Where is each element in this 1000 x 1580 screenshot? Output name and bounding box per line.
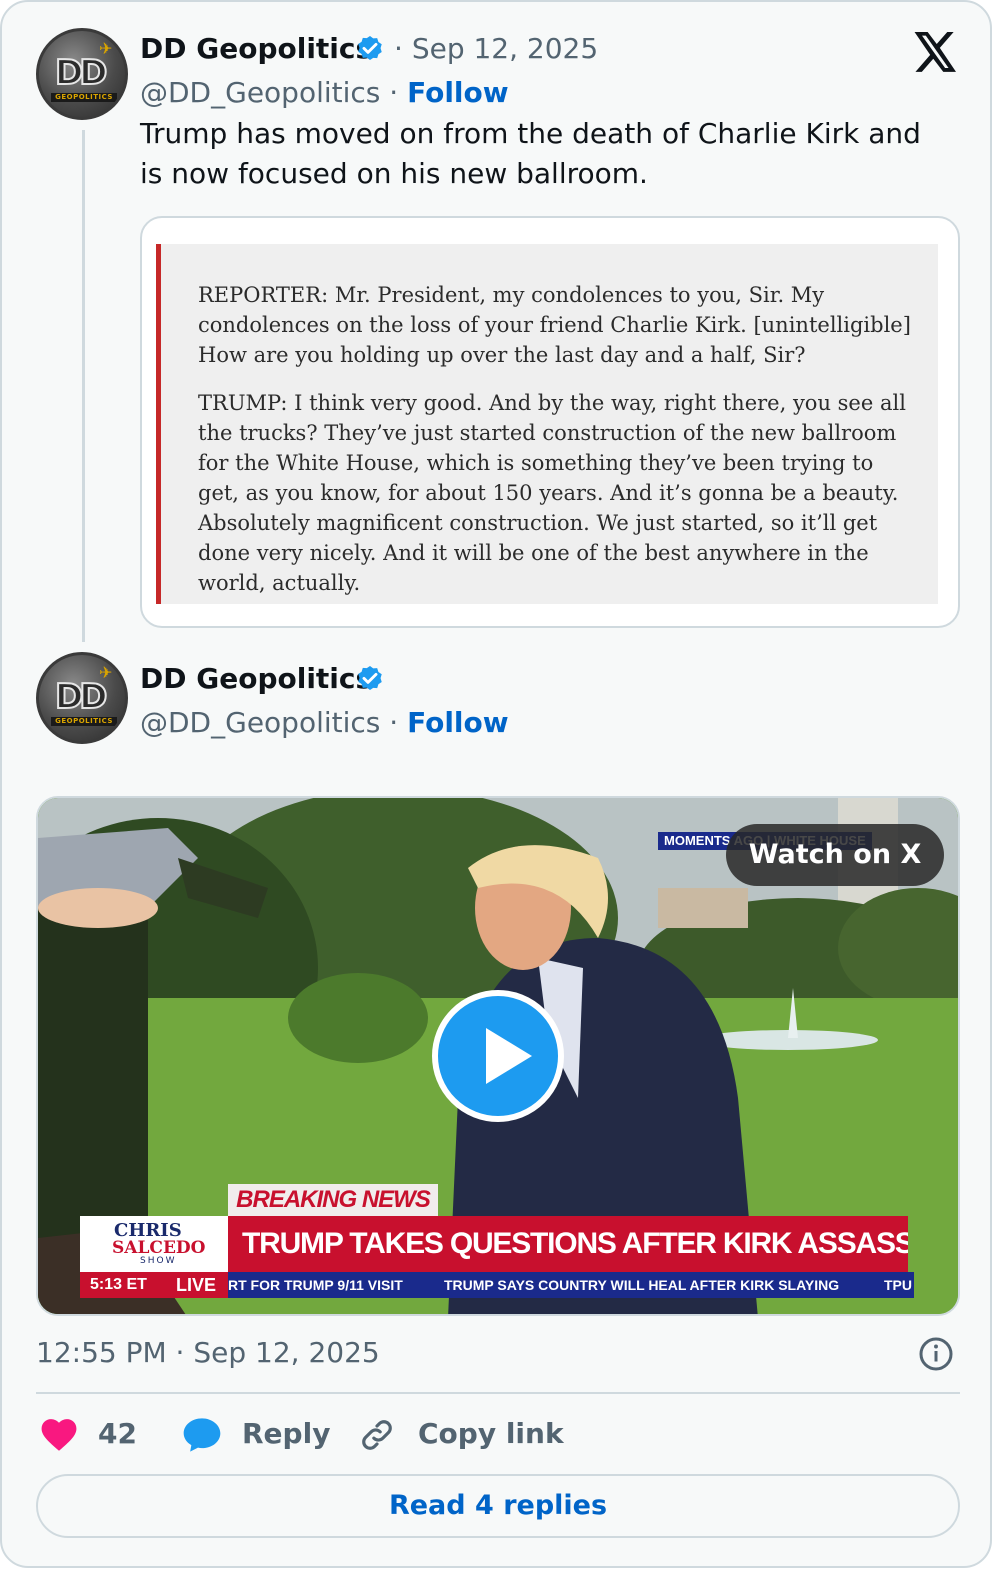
watch-on-x-button[interactable]: Watch on X — [726, 824, 944, 886]
news-lower-third: BREAKING NEWS CHRIS SALCEDO SHOW TRUMP T… — [80, 1184, 914, 1298]
breaking-news-tab: BREAKING NEWS — [228, 1184, 438, 1216]
play-icon[interactable] — [432, 990, 564, 1122]
author-name[interactable]: DD Geopolitics — [140, 32, 372, 65]
show-logo-line3: SHOW — [140, 1256, 177, 1266]
follow-button[interactable]: Follow — [407, 76, 509, 109]
follow-button-2[interactable]: Follow — [407, 706, 509, 739]
quote-paragraph-reporter: REPORTER: Mr. President, my condolences … — [198, 283, 911, 367]
author-handle-2[interactable]: @DD_Geopolitics — [140, 706, 380, 739]
info-icon[interactable] — [918, 1336, 954, 1372]
broadcast-time: 5:13 ET LIVE — [80, 1272, 228, 1298]
verified-badge-icon — [358, 36, 382, 60]
quote-block: REPORTER: Mr. President, my condolences … — [156, 244, 938, 604]
verified-badge-icon — [358, 666, 382, 690]
tweet-timestamp[interactable]: 12:55 PM · Sep 12, 2025 — [36, 1336, 380, 1369]
footer-divider — [36, 1392, 960, 1394]
tweet-date-line: · Sep 12, 2025 — [394, 32, 599, 65]
tweet-date[interactable]: Sep 12, 2025 — [412, 32, 598, 65]
ticker-item-1: RT FOR TRUMP 9/11 VISIT — [228, 1277, 403, 1293]
attached-quote-image[interactable]: REPORTER: Mr. President, my condolences … — [140, 216, 960, 628]
news-ticker: RT FOR TRUMP 9/11 VISIT TRUMP SAYS COUNT… — [228, 1272, 914, 1298]
tweet-text: Trump has moved on from the death of Cha… — [140, 117, 921, 190]
show-logo-line2: SALCEDO — [112, 1238, 206, 1258]
show-logo: CHRIS SALCEDO SHOW — [80, 1216, 228, 1272]
author-avatar[interactable]: DD ✈ GEOPOLITICS — [36, 28, 128, 120]
tweet-embed-card: DD ✈ GEOPOLITICS DD Geopolitics · Sep 12, … — [0, 0, 992, 1568]
author-handle-line-2: @DD_Geopolitics · Follow — [140, 706, 509, 739]
like-count: 42 — [98, 1417, 137, 1450]
reply-button[interactable]: Reply — [182, 1412, 332, 1456]
copy-link-label: Copy link — [418, 1417, 564, 1450]
like-button[interactable]: 42 — [40, 1412, 150, 1456]
reply-label: Reply — [242, 1417, 331, 1450]
live-label: LIVE — [176, 1275, 217, 1295]
broadcast-clock: 5:13 ET — [90, 1276, 147, 1293]
author-name-2[interactable]: DD Geopolitics — [140, 662, 372, 695]
ticker-item-3: TPU — [884, 1277, 912, 1293]
x-logo-icon[interactable] — [914, 32, 958, 72]
quote-paragraph-trump: TRUMP: I think very good. And by the way… — [198, 391, 906, 595]
quote-accent-bar — [156, 244, 161, 604]
thread-connector-line — [82, 130, 85, 642]
author-handle-line: @DD_Geopolitics · Follow — [140, 76, 509, 109]
author-handle[interactable]: @DD_Geopolitics — [140, 76, 380, 109]
author-avatar-2[interactable]: DD ✈ GEOPOLITICS — [36, 652, 128, 744]
link-icon — [362, 1420, 392, 1450]
video-player[interactable]: MOMENTS AGO | WHITE HOUSE Watch on X BRE… — [36, 796, 960, 1316]
copy-link-button[interactable]: Copy link — [358, 1412, 564, 1456]
ticker-item-2: TRUMP SAYS COUNTRY WILL HEAL AFTER KIRK … — [444, 1277, 840, 1293]
heart-icon — [41, 1419, 77, 1451]
read-replies-button[interactable]: Read 4 replies — [36, 1474, 960, 1538]
reply-bubble-icon — [183, 1418, 221, 1452]
news-headline: TRUMP TAKES QUESTIONS AFTER KIRK ASSASSI… — [228, 1216, 908, 1272]
